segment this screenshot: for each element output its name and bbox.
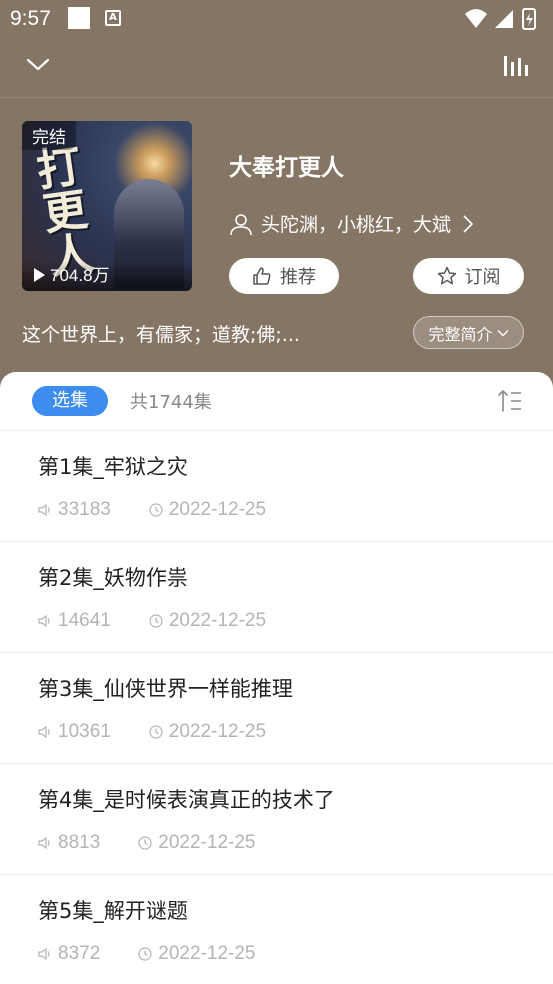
episode-item[interactable]: 第4集_是时候表演真正的技术了 8813 2022-12-25	[0, 764, 553, 875]
recommend-label: 推荐	[280, 267, 316, 288]
chevron-down-icon[interactable]	[24, 50, 52, 78]
episode-plays: 33183	[38, 499, 111, 521]
clock-icon	[149, 614, 163, 628]
bar-chart-icon[interactable]	[501, 52, 531, 80]
completed-badge: 完结	[22, 121, 76, 150]
clock-icon	[138, 947, 152, 961]
episode-count: 共1744集	[130, 392, 212, 413]
top-bar	[0, 38, 553, 98]
sort-icon[interactable]	[497, 388, 523, 414]
wifi-icon	[465, 9, 487, 28]
episode-date: 2022-12-25	[138, 832, 255, 854]
episode-date-text: 2022-12-25	[168, 721, 267, 742]
status-time: 9:57	[10, 7, 51, 30]
episode-title: 第3集_仙侠世界一样能推理	[38, 677, 293, 701]
full-intro-label: 完整简介	[428, 324, 493, 344]
episode-date-text: 2022-12-25	[158, 943, 256, 964]
episode-item[interactable]: 第3集_仙侠世界一样能推理 10361 2022-12-25	[0, 653, 553, 764]
recommend-button[interactable]: 推荐	[229, 258, 339, 294]
episode-title: 第1集_牢狱之灾	[38, 455, 188, 479]
episode-plays: 14641	[38, 610, 111, 632]
clock-icon	[149, 725, 163, 739]
episode-plays: 8813	[38, 832, 100, 854]
book-title: 大奉打更人	[229, 155, 344, 181]
episode-title: 第5集_解开谜题	[38, 899, 188, 923]
episode-item[interactable]: 第1集_牢狱之灾 33183 2022-12-25	[0, 431, 553, 542]
subscribe-label: 订阅	[464, 267, 501, 288]
episode-panel-header: 选集 共1744集	[0, 372, 553, 431]
notification-square-icon	[68, 7, 90, 29]
episode-date-text: 2022-12-25	[168, 499, 267, 520]
speaker-icon	[38, 836, 50, 850]
authors-text: 头陀渊，小桃红，大斌	[261, 214, 452, 236]
book-intro: 这个世界上，有儒家；道教;佛;...	[22, 324, 300, 346]
episode-item[interactable]: 第5集_解开谜题 8372 2022-12-25	[0, 875, 553, 984]
episode-play-count: 10361	[58, 721, 111, 742]
play-icon	[34, 268, 45, 282]
speaker-icon	[38, 614, 50, 628]
book-cover[interactable]: 打更人 完结 704.8万	[22, 121, 192, 291]
episode-play-count: 8372	[58, 943, 101, 964]
chevron-right-icon	[463, 214, 474, 233]
user-icon	[230, 213, 252, 235]
notification-a-icon: A	[105, 10, 121, 26]
cover-play-count: 704.8万	[22, 261, 192, 291]
chevron-down-icon	[497, 329, 508, 336]
episode-meta: 8813 2022-12-25	[38, 832, 255, 854]
episode-panel: 选集 共1744集 第1集_牢狱之灾 33183 2022-12-25 第2集_…	[0, 372, 553, 984]
episode-meta: 14641 2022-12-25	[38, 610, 266, 632]
episode-title: 第4集_是时候表演真正的技术了	[38, 788, 335, 812]
select-episode-tab[interactable]: 选集	[32, 386, 108, 416]
clock-icon	[138, 836, 152, 850]
episode-item[interactable]: 第2集_妖物作祟 14641 2022-12-25	[0, 542, 553, 653]
episode-meta: 8372 2022-12-25	[38, 943, 255, 965]
signal-icon	[495, 10, 513, 28]
speaker-icon	[38, 503, 50, 517]
clock-icon	[149, 503, 163, 517]
episode-date: 2022-12-25	[149, 721, 266, 743]
subscribe-button[interactable]: 订阅	[413, 258, 524, 294]
star-icon	[437, 266, 456, 285]
authors-row[interactable]: 头陀渊，小桃红，大斌	[229, 210, 475, 237]
thumbs-up-icon	[253, 267, 271, 285]
episode-date: 2022-12-25	[149, 499, 266, 521]
speaker-icon	[38, 725, 50, 739]
episode-date-text: 2022-12-25	[158, 832, 256, 853]
episode-meta: 33183 2022-12-25	[38, 499, 266, 521]
episode-play-count: 8813	[58, 832, 101, 853]
episode-plays: 10361	[38, 721, 111, 743]
full-intro-button[interactable]: 完整简介	[413, 316, 524, 349]
episode-title: 第2集_妖物作祟	[38, 566, 188, 590]
cover-title-art: 打更人	[26, 142, 95, 280]
episode-plays: 8372	[38, 943, 100, 965]
system-status-icons	[465, 8, 536, 30]
speaker-icon	[38, 947, 50, 961]
status-bar: 9:57 A	[0, 0, 553, 38]
episode-date-text: 2022-12-25	[168, 610, 267, 631]
episode-meta: 10361 2022-12-25	[38, 721, 266, 743]
episode-date: 2022-12-25	[138, 943, 255, 965]
episode-date: 2022-12-25	[149, 610, 266, 632]
episode-play-count: 14641	[58, 610, 111, 631]
play-count-text: 704.8万	[50, 266, 110, 285]
episode-play-count: 33183	[58, 499, 111, 520]
